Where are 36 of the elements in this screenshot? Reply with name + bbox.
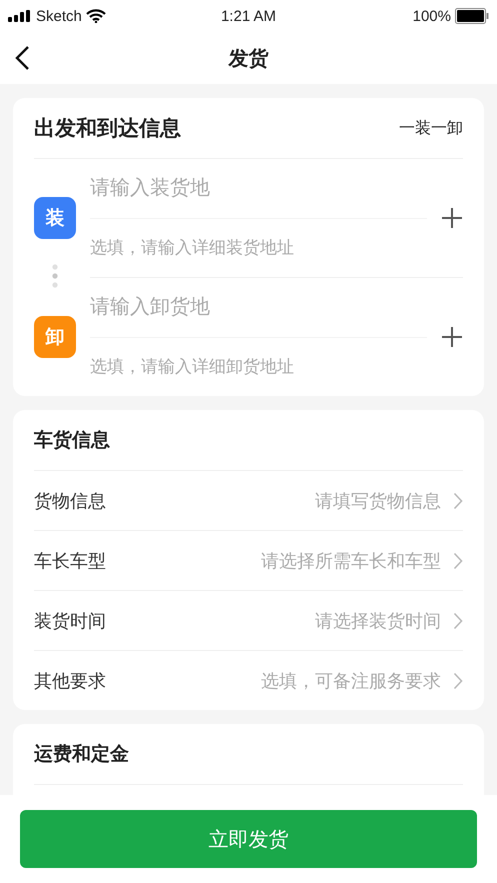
row-hint: 请选择装货时间: [315, 610, 441, 632]
route-mode-link[interactable]: 一装一卸: [399, 118, 463, 138]
chevron-right-icon: [453, 612, 463, 630]
section-title: 运费和定金: [34, 742, 129, 767]
address-field[interactable]: 请输入卸货地: [90, 278, 427, 338]
form-row[interactable]: 装货时间 请选择装货时间: [34, 590, 463, 650]
row-label: 装货时间: [34, 610, 107, 632]
form-row[interactable]: 车长车型 请选择所需车长和车型: [34, 530, 463, 590]
back-icon[interactable]: [14, 45, 30, 71]
signal-icon: [8, 10, 32, 22]
address-field[interactable]: 请输入装货地: [90, 159, 427, 219]
row-label: 车长车型: [34, 550, 107, 572]
stop-badge: 卸: [34, 316, 76, 358]
wifi-icon: [86, 9, 106, 23]
row-label: 货物信息: [34, 490, 107, 512]
battery-percent: 100%: [412, 8, 451, 24]
plus-icon[interactable]: [441, 326, 463, 348]
clock-time: 1:21 AM: [220, 8, 276, 24]
form-row[interactable]: 其他要求 选填，可备注服务要求: [34, 650, 463, 710]
chevron-right-icon: [453, 492, 463, 510]
row-hint: 选填，可备注服务要求: [261, 670, 441, 692]
section-title: 车货信息: [34, 428, 110, 453]
detail-address-field[interactable]: 选填，请输入详细装货地址: [90, 219, 427, 277]
carrier-name: Sketch: [36, 8, 82, 24]
page-title: 发货: [228, 48, 268, 70]
detail-address-field[interactable]: 选填，请输入详细卸货地址: [90, 338, 427, 396]
row-hint: 请填写货物信息: [315, 490, 441, 512]
plus-icon[interactable]: [441, 207, 463, 229]
section-title: 出发和到达信息: [34, 116, 181, 142]
form-row[interactable]: 货物信息 请填写货物信息: [34, 471, 463, 530]
row-hint: 请选择所需车长和车型: [261, 550, 441, 572]
chevron-right-icon: [453, 672, 463, 690]
stop-badge: 装: [34, 197, 76, 239]
chevron-right-icon: [453, 552, 463, 570]
row-label: 其他要求: [34, 670, 107, 692]
battery-icon: [454, 8, 489, 24]
